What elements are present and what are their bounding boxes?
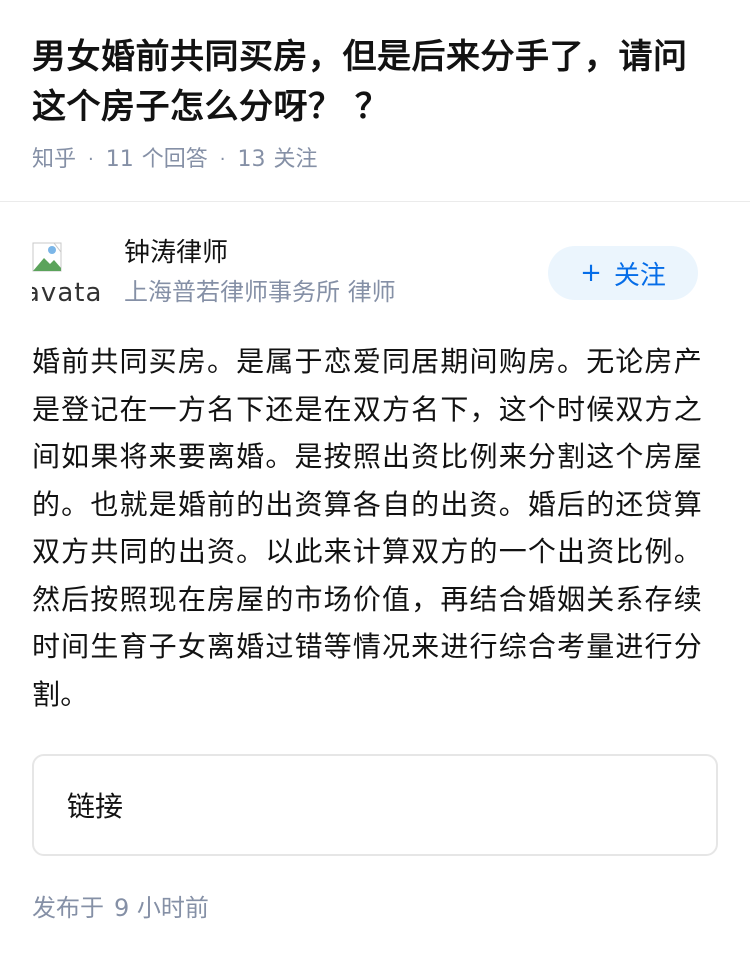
- separator-dot: ·: [219, 149, 226, 170]
- answer-content: 婚前共同买房。是属于恋爱同居期间购房。无论房产是登记在一方名下还是在双方名下，这…: [32, 345, 702, 711]
- avatar[interactable]: avatar: [32, 238, 100, 306]
- follower-count: 13: [237, 147, 266, 172]
- publish-time-value: 9 小时前: [114, 894, 209, 922]
- follow-button[interactable]: + 关注: [548, 246, 698, 300]
- source-label[interactable]: 知乎: [32, 144, 76, 176]
- link-card-label: 链接: [67, 790, 124, 823]
- question-title[interactable]: 男女婚前共同买房，但是后来分手了，请问这个房子怎么分呀？ ？: [32, 32, 718, 132]
- author-name[interactable]: 钟涛律师: [124, 234, 228, 272]
- question-header: 男女婚前共同买房，但是后来分手了，请问这个房子怎么分呀？ ？ 知乎 · 11 个…: [0, 0, 750, 176]
- answer-page: 男女婚前共同买房，但是后来分手了，请问这个房子怎么分呀？ ？ 知乎 · 11 个…: [0, 0, 750, 960]
- author-row: avatar 钟涛律师 上海普若律师事务所 律师 + 关注: [32, 234, 698, 314]
- follow-button-label: 关注: [613, 260, 666, 291]
- question-meta: 知乎 · 11 个回答 · 13 关注: [32, 144, 718, 176]
- answer-count-label[interactable]: 个回答: [142, 144, 208, 176]
- follower-count-label: 关注: [273, 147, 318, 172]
- section-divider: [0, 201, 750, 202]
- separator-dot: ·: [88, 149, 94, 170]
- plus-icon: +: [580, 258, 602, 288]
- broken-image-icon: [32, 242, 62, 272]
- link-card[interactable]: 链接: [32, 754, 718, 856]
- avatar-alt-text: avatar: [32, 278, 100, 306]
- publish-time: 发布于 9 小时前: [32, 890, 209, 926]
- answer-count[interactable]: 11: [106, 144, 134, 176]
- author-description: 上海普若律师事务所 律师: [124, 278, 396, 306]
- publish-prefix: 发布于: [32, 894, 104, 922]
